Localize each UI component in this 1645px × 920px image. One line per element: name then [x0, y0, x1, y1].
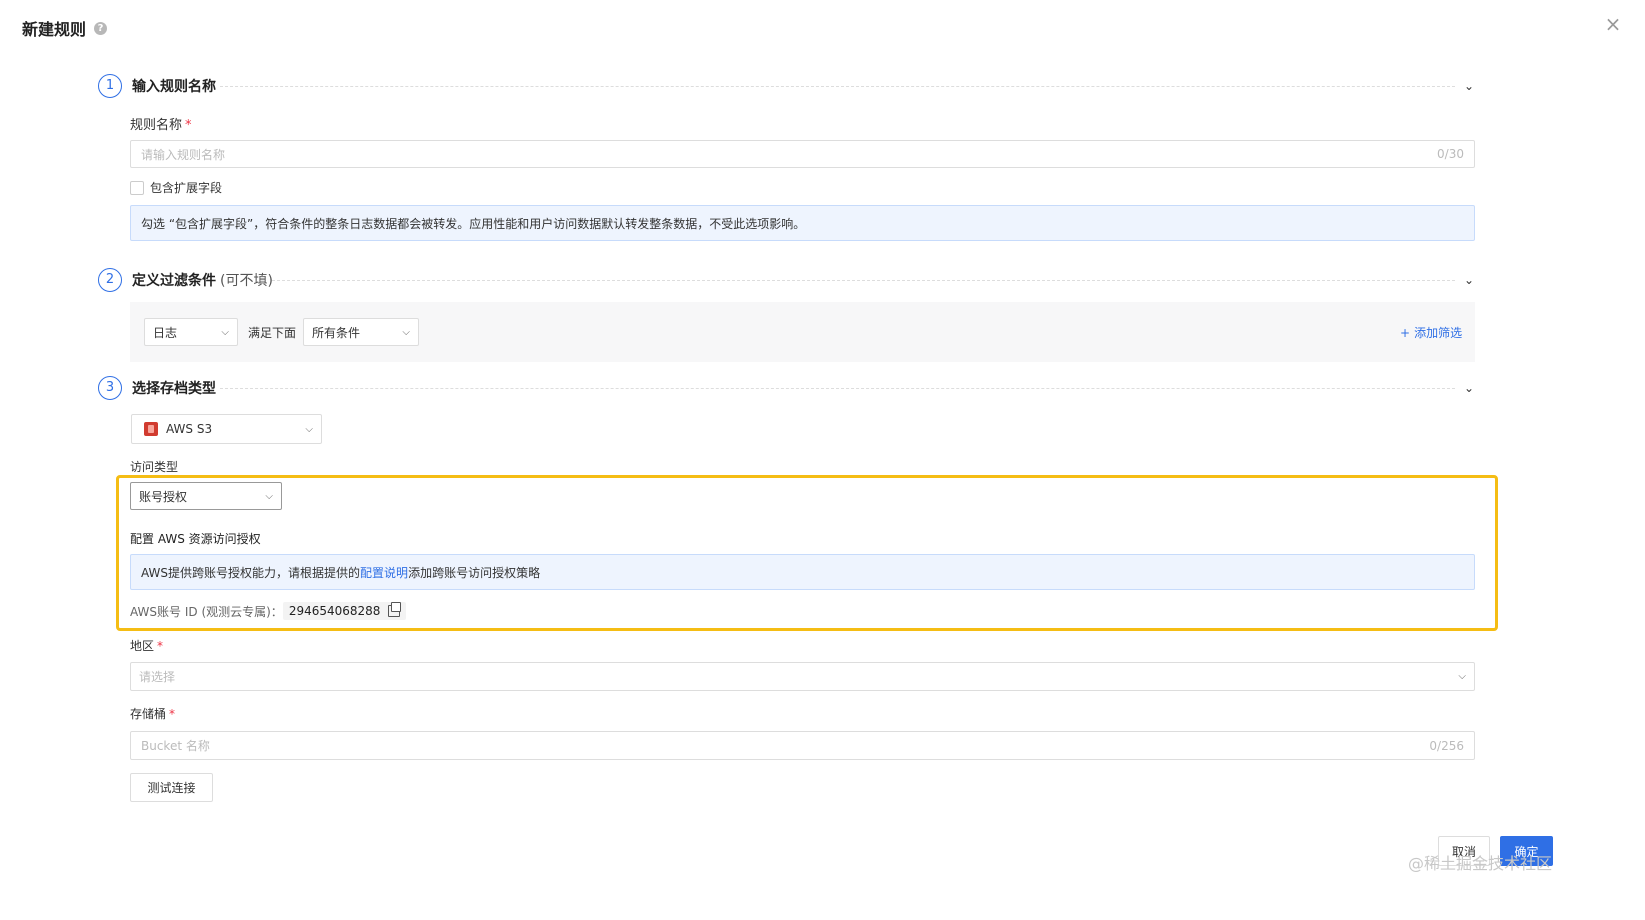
rule-name-counter: 0/30: [1437, 147, 1464, 161]
region-select[interactable]: 请选择 ⌵: [130, 662, 1475, 691]
condition-select-value: 所有条件: [312, 325, 361, 340]
chevron-down-icon: ⌵: [1458, 671, 1466, 682]
access-type-value: 账号授权: [139, 489, 188, 504]
bucket-placeholder: Bucket 名称: [141, 739, 210, 753]
question-icon[interactable]: ?: [94, 21, 108, 35]
aws-s3-icon: [144, 422, 158, 436]
copy-icon[interactable]: [388, 602, 402, 617]
step-1-header: 1 输入规则名称: [98, 74, 216, 98]
extend-fields-info: 勾选 “包含扩展字段”，符合条件的整条日志数据都会被转发。应用性能和用户访问数据…: [130, 205, 1475, 241]
chevron-down-icon: ⌵: [402, 326, 410, 338]
extend-fields-info-text: 勾选 “包含扩展字段”，符合条件的整条日志数据都会被转发。应用性能和用户访问数据…: [141, 216, 806, 231]
dialog-title: 新建规则 ?: [22, 16, 108, 40]
bucket-counter: 0/256: [1429, 738, 1464, 753]
step-1-title: 输入规则名称: [132, 79, 216, 95]
bucket-input[interactable]: Bucket 名称 0/256: [130, 731, 1475, 760]
config-doc-link[interactable]: 配置说明: [360, 564, 408, 581]
archive-type-select[interactable]: AWS S3 ⌵: [131, 414, 322, 444]
test-connection-button[interactable]: 测试连接: [130, 773, 213, 802]
step-3-title: 选择存档类型: [132, 381, 216, 397]
close-icon[interactable]: ×: [1603, 14, 1623, 34]
aws-account-id: 294654068288: [288, 604, 381, 618]
aws-account-label: AWS账号 ID (观测云专属)：: [130, 604, 283, 619]
region-label-text: 地区: [130, 639, 155, 653]
aws-account-id-pill: 294654068288: [282, 602, 407, 620]
step-3-header: 3 选择存档类型: [98, 376, 216, 400]
add-filter-label: 添加筛选: [1414, 326, 1463, 340]
divider: [220, 388, 1455, 389]
region-label: 地区 *: [130, 637, 163, 654]
aws-config-title: 配置 AWS 资源访问授权: [130, 532, 261, 546]
rule-name-label: 规则名称 *: [130, 114, 192, 133]
step-2-header: 2 定义过滤条件 (可不填): [98, 268, 273, 292]
step-2-title-text: 定义过滤条件: [132, 273, 216, 289]
chevron-down-icon[interactable]: ⌄: [1462, 273, 1476, 287]
aws-info-prefix: AWS提供跨账号授权能力，请根据提供的: [141, 565, 361, 580]
rule-name-input[interactable]: 请输入规则名称 0/30: [130, 140, 1475, 168]
region-placeholder: 请选择: [139, 670, 176, 684]
required-mark: *: [157, 639, 164, 653]
step-2-title: 定义过滤条件 (可不填): [132, 270, 273, 290]
step-2-subtitle: (可不填): [220, 273, 273, 289]
condition-select[interactable]: 所有条件 ⌵: [303, 318, 419, 346]
chevron-down-icon: ⌵: [221, 326, 229, 338]
required-mark: *: [185, 118, 192, 133]
step-2-number: 2: [98, 268, 122, 292]
extend-fields-checkbox-row[interactable]: 包含扩展字段: [130, 179, 222, 196]
bucket-label: 存储桶 *: [130, 705, 175, 722]
chevron-down-icon[interactable]: ⌄: [1462, 79, 1476, 93]
aws-account-row: AWS账号 ID (观测云专属)： 294654068288: [130, 602, 407, 620]
chevron-down-icon: ⌵: [305, 423, 313, 435]
step-1-number: 1: [98, 74, 122, 98]
divider: [220, 86, 1455, 87]
archive-type-value: AWS S3: [166, 422, 213, 436]
source-select[interactable]: 日志 ⌵: [144, 318, 238, 346]
aws-config-info: AWS提供跨账号授权能力，请根据提供的 配置说明 添加跨账号访问授权策略: [130, 554, 1475, 590]
required-mark: *: [169, 707, 176, 721]
add-filter-button[interactable]: + 添加筛选: [1400, 324, 1462, 341]
chevron-down-icon: ⌵: [265, 490, 273, 502]
chevron-down-icon[interactable]: ⌄: [1462, 381, 1476, 395]
extend-fields-checkbox[interactable]: [130, 180, 144, 195]
aws-info-suffix: 添加跨账号访问授权策略: [408, 565, 541, 580]
bucket-label-text: 存储桶: [130, 707, 167, 721]
extend-fields-label: 包含扩展字段: [150, 181, 223, 195]
match-text: 满足下面: [248, 326, 297, 340]
access-type-label: 访问类型: [130, 460, 179, 474]
access-type-select[interactable]: 账号授权 ⌵: [130, 482, 282, 510]
rule-name-placeholder: 请输入规则名称: [141, 147, 226, 162]
step-3-number: 3: [98, 376, 122, 400]
source-select-value: 日志: [153, 325, 178, 340]
watermark: @稀土掘金技术社区: [1408, 854, 1553, 873]
page-title: 新建规则: [22, 20, 87, 39]
divider: [272, 280, 1455, 281]
rule-name-label-text: 规则名称: [130, 118, 183, 133]
plus-icon: +: [1400, 325, 1411, 340]
